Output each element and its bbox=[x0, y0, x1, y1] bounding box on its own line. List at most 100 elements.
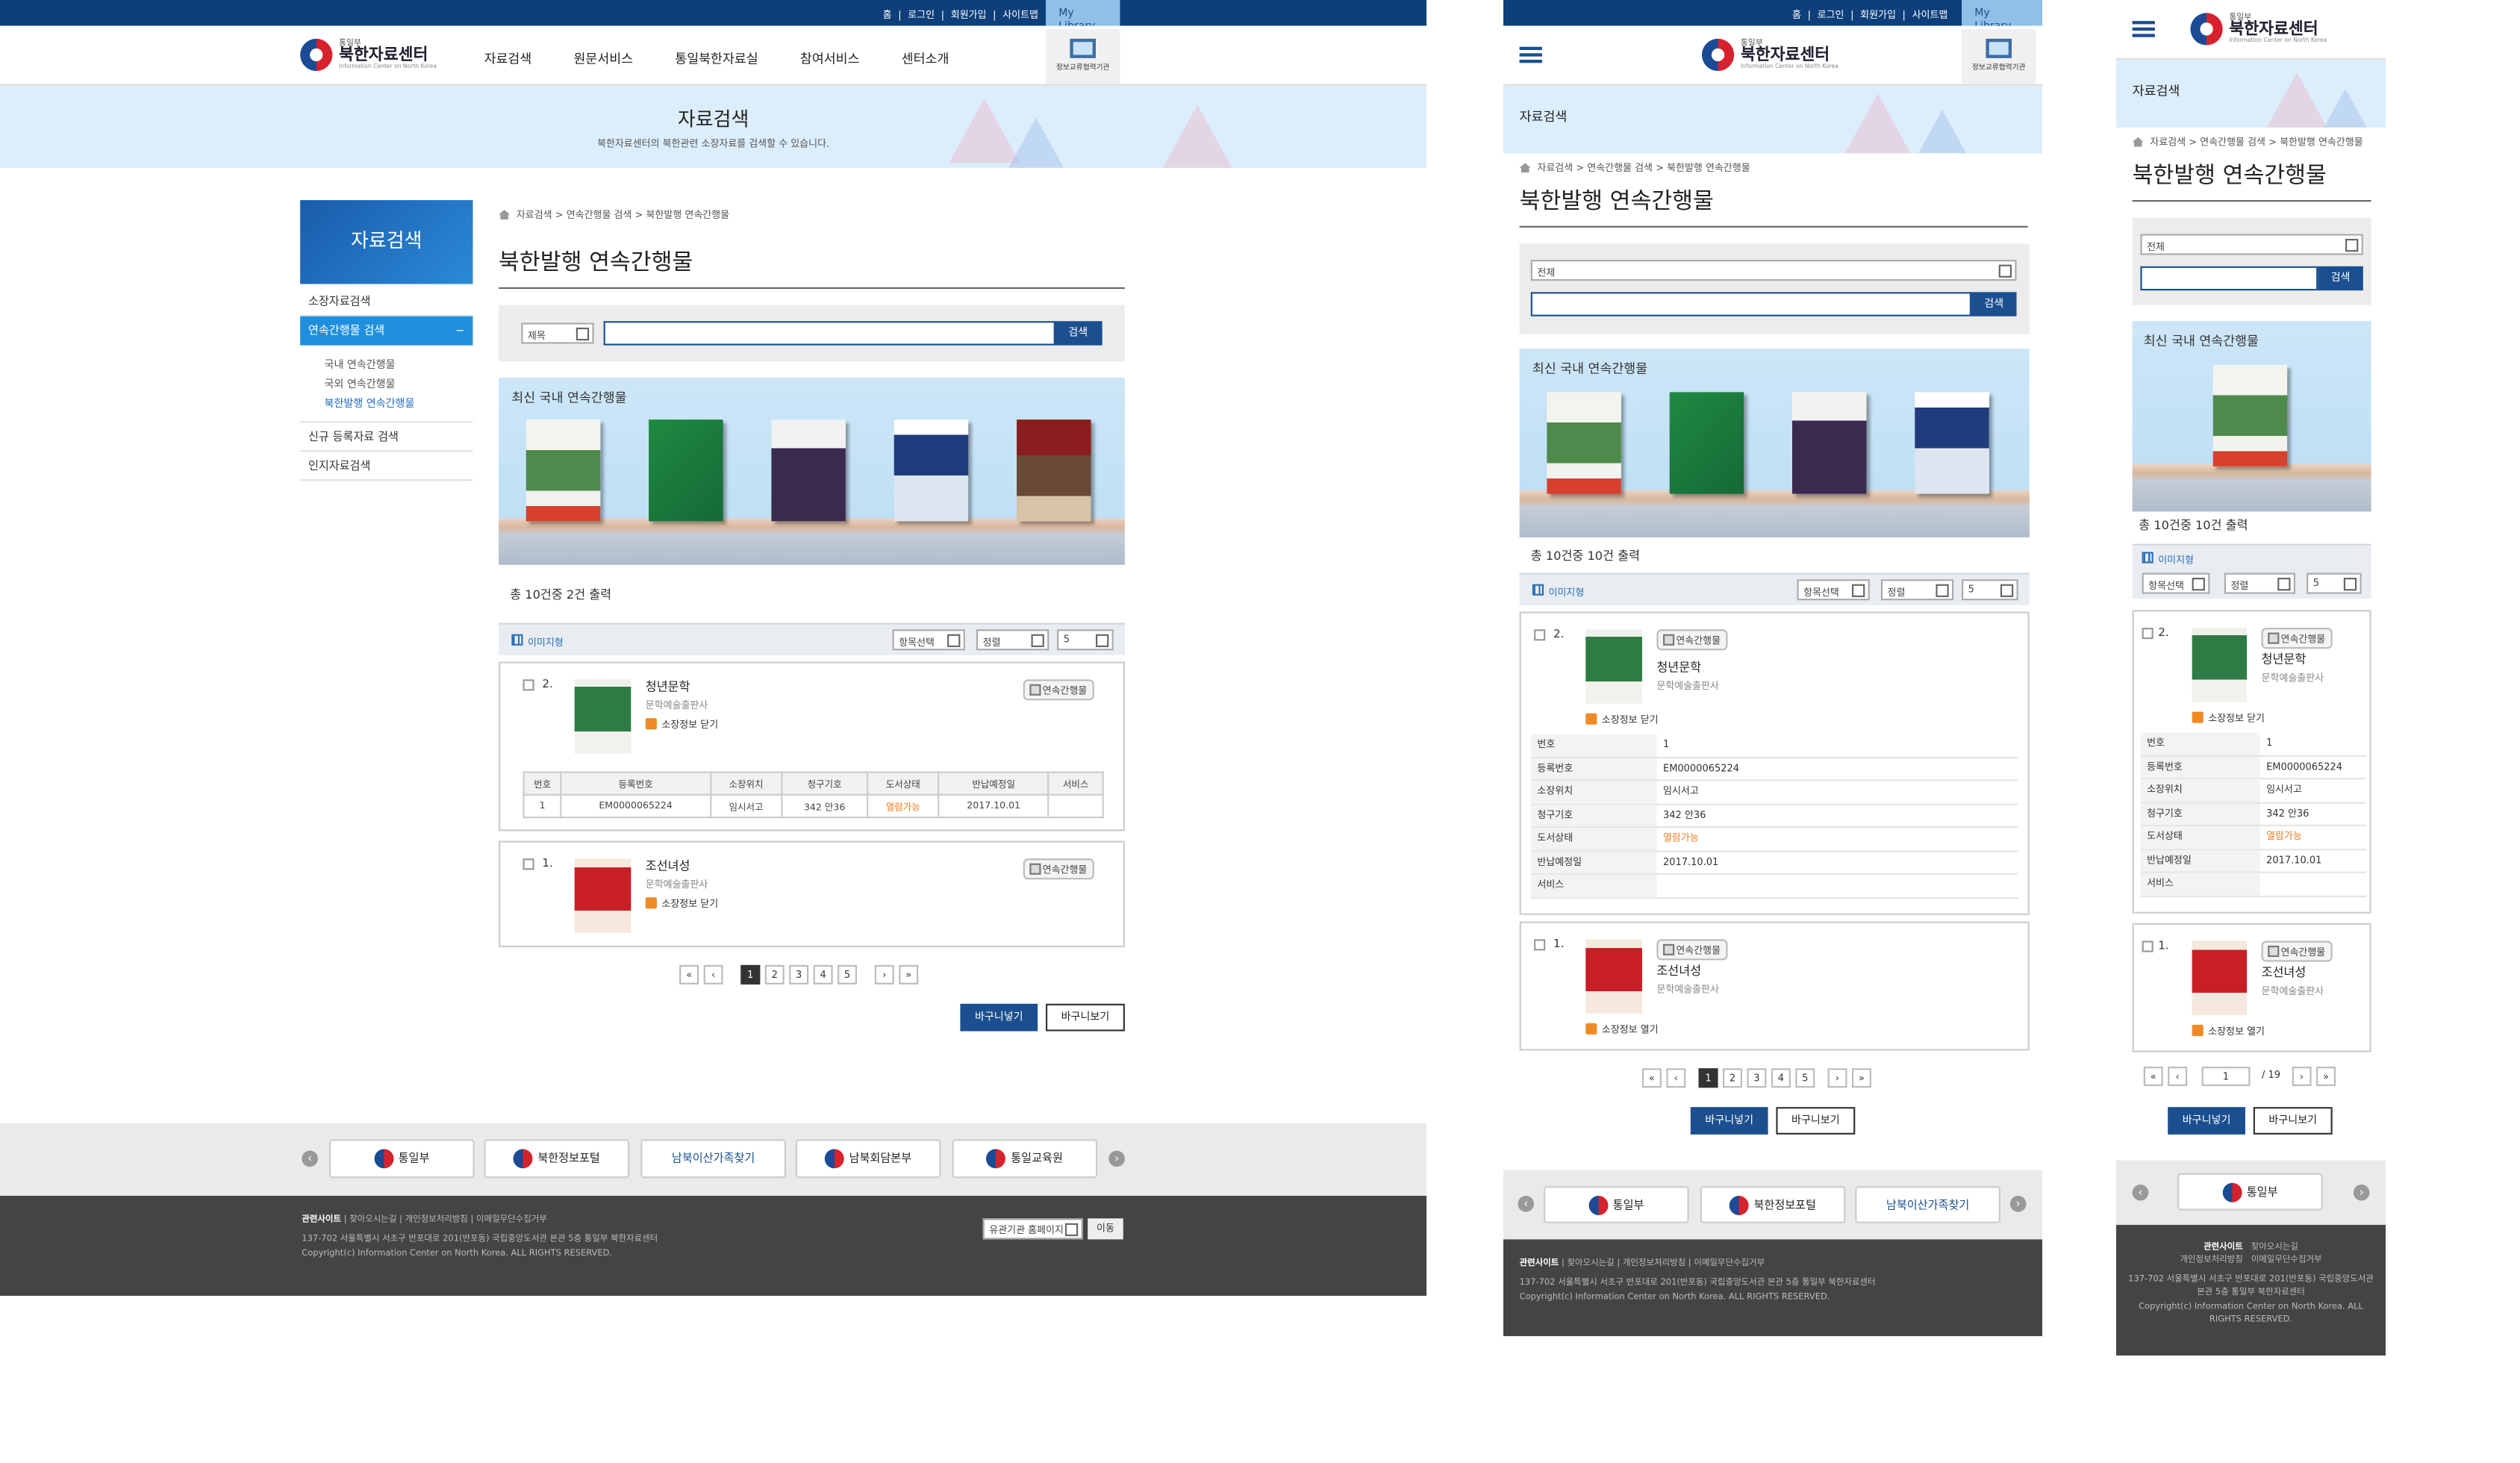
footer-related[interactable]: 관련사이트 bbox=[2204, 1243, 2243, 1253]
view-mode-label[interactable]: 이미지형 bbox=[528, 634, 564, 649]
add-basket-button[interactable]: 바구니넣기 bbox=[1690, 1107, 1768, 1135]
page-3[interactable]: 3 bbox=[1747, 1068, 1767, 1088]
result-title[interactable]: 청년문학 bbox=[2262, 650, 2307, 668]
crumb-2[interactable]: 연속간행물 검색 bbox=[1587, 163, 1653, 174]
util-sitemap-link[interactable]: 사이트맵 bbox=[1002, 10, 1038, 21]
my-library-link[interactable]: My Library bbox=[1962, 0, 2043, 32]
result-checkbox[interactable] bbox=[1534, 939, 1546, 951]
page-5[interactable]: 5 bbox=[838, 964, 858, 985]
page-1[interactable]: 1 bbox=[1698, 1068, 1718, 1088]
crumb-1[interactable]: 자료검색 bbox=[517, 210, 552, 221]
page-2[interactable]: 2 bbox=[1723, 1068, 1742, 1088]
page-number-input[interactable]: 1 bbox=[2201, 1067, 2251, 1087]
search-field-select[interactable]: 전체 bbox=[2140, 234, 2363, 255]
footer-email[interactable]: 이메일무단수집거부 bbox=[1694, 1258, 1765, 1268]
prev-page-button[interactable]: ‹ bbox=[1666, 1068, 1686, 1088]
nav-unification-room[interactable]: 통일북한자료실 bbox=[675, 50, 758, 68]
footer-directions[interactable]: 찾아오시는길 bbox=[349, 1215, 396, 1225]
page-4[interactable]: 4 bbox=[1771, 1068, 1791, 1088]
page-3[interactable]: 3 bbox=[789, 964, 809, 985]
go-button[interactable]: 이동 bbox=[1088, 1218, 1123, 1240]
result-title[interactable]: 조선녀성 bbox=[2262, 964, 2307, 982]
nav-about[interactable]: 센터소개 bbox=[902, 50, 949, 68]
first-page-button[interactable]: « bbox=[2143, 1067, 2163, 1087]
result-checkbox[interactable] bbox=[523, 858, 534, 870]
crumb-1[interactable]: 자료검색 bbox=[2150, 137, 2186, 149]
page-size-select[interactable]: 5 bbox=[1962, 579, 2018, 601]
last-page-button[interactable]: » bbox=[1851, 1068, 1871, 1088]
view-basket-button[interactable]: 바구니보기 bbox=[1045, 1003, 1125, 1032]
cover-joseon-jori[interactable] bbox=[525, 419, 601, 522]
cover-bukhan[interactable] bbox=[1915, 392, 1989, 494]
sort-field-select[interactable]: 항목선택 bbox=[892, 629, 965, 651]
search-input[interactable] bbox=[1530, 292, 1971, 316]
banner-edu[interactable]: 통일교육원 bbox=[952, 1139, 1098, 1179]
my-library-link[interactable]: My Library bbox=[1045, 0, 1120, 32]
sort-order-select[interactable]: 정렬 bbox=[1880, 579, 1954, 601]
sort-field-select[interactable]: 항목선택 bbox=[1797, 579, 1870, 601]
view-mode-label[interactable]: 이미지형 bbox=[1549, 584, 1585, 599]
footer-email[interactable]: 이메일무단수집거부 bbox=[2251, 1256, 2322, 1266]
result-checkbox[interactable] bbox=[2142, 940, 2153, 952]
footer-related[interactable]: 관련사이트 bbox=[302, 1215, 341, 1225]
search-button[interactable]: 검색 bbox=[1053, 321, 1102, 346]
util-login-link[interactable]: 로그인 bbox=[1818, 10, 1844, 21]
banner-prev-icon[interactable]: ‹ bbox=[1518, 1196, 1535, 1212]
first-page-button[interactable]: « bbox=[1641, 1068, 1662, 1088]
nav-participation[interactable]: 참여서비스 bbox=[800, 50, 860, 68]
banner-prev-icon[interactable]: ‹ bbox=[302, 1150, 318, 1167]
site-logo[interactable]: 통일부 북한자료센터 Information Center on North Kor… bbox=[300, 38, 437, 72]
grid-view-icon[interactable] bbox=[2142, 552, 2153, 564]
cover-cheongnyeon-munhak[interactable] bbox=[2192, 628, 2248, 702]
page-5[interactable]: 5 bbox=[1795, 1068, 1815, 1088]
banner-family[interactable]: 남북이산가족찾기 bbox=[1855, 1186, 2000, 1223]
crumb-2[interactable]: 연속간행물 검색 bbox=[2200, 137, 2265, 149]
holding-toggle[interactable]: 소장정보 닫기 bbox=[645, 896, 718, 910]
prev-page-button[interactable]: ‹ bbox=[2168, 1067, 2188, 1087]
cover-bukhan[interactable] bbox=[893, 419, 969, 522]
util-home-link[interactable]: 홈 bbox=[1792, 10, 1801, 21]
nav-search[interactable]: 자료검색 bbox=[484, 50, 532, 68]
cover-gyeongje-yeongu[interactable] bbox=[649, 419, 723, 522]
cover-joseon-nyeoseong[interactable] bbox=[574, 858, 631, 933]
page-2[interactable]: 2 bbox=[764, 964, 785, 985]
footer-privacy[interactable]: 개인정보처리방침 bbox=[1623, 1258, 1685, 1268]
add-basket-button[interactable]: 바구니넣기 bbox=[2168, 1107, 2245, 1135]
view-mode-label[interactable]: 이미지형 bbox=[2158, 552, 2194, 567]
search-field-select[interactable]: 전체 bbox=[1530, 260, 2017, 281]
footer-privacy[interactable]: 개인정보처리방침 bbox=[405, 1215, 468, 1225]
search-input[interactable] bbox=[2140, 266, 2318, 291]
prev-page-button[interactable]: ‹ bbox=[703, 964, 723, 985]
sidebar-sub-north-korea[interactable]: 북한발행 연속간행물 bbox=[300, 394, 472, 414]
search-button[interactable]: 검색 bbox=[2318, 266, 2363, 291]
menu-icon[interactable] bbox=[1519, 46, 1542, 63]
banner-next-icon[interactable]: › bbox=[2353, 1184, 2370, 1201]
banner-unification[interactable]: 통일부 bbox=[2177, 1173, 2323, 1211]
cover-gunsa-yeongu[interactable] bbox=[771, 419, 846, 522]
view-basket-button[interactable]: 바구니보기 bbox=[2253, 1107, 2333, 1135]
related-site-select[interactable]: 유관기관 홈페이지 bbox=[982, 1218, 1083, 1240]
view-basket-button[interactable]: 바구니보기 bbox=[1776, 1107, 1856, 1135]
util-home-link[interactable]: 홈 bbox=[883, 10, 892, 21]
page-size-select[interactable]: 5 bbox=[1057, 629, 1114, 651]
sidebar-sub-domestic[interactable]: 국내 연속간행물 bbox=[300, 355, 472, 375]
footer-privacy[interactable]: 개인정보처리방침 bbox=[2180, 1256, 2242, 1266]
sidebar-item-serials[interactable]: 연속간행물 검색 bbox=[300, 316, 473, 346]
banner-unification[interactable]: 통일부 bbox=[329, 1139, 475, 1179]
banner-nk-portal[interactable]: 북한정보포털 bbox=[1700, 1186, 1846, 1223]
grid-view-icon[interactable] bbox=[1532, 584, 1544, 596]
next-page-button[interactable]: › bbox=[1827, 1068, 1847, 1088]
cover-cheongnyeon-munhak[interactable] bbox=[1585, 629, 1642, 704]
util-login-link[interactable]: 로그인 bbox=[908, 10, 935, 21]
cover-joseon-jori[interactable] bbox=[2212, 364, 2288, 467]
edu-partner-badge[interactable]: 정보교류협력기관 bbox=[1045, 28, 1120, 84]
site-logo[interactable]: 통일부 북한자료센터 Information Center on North Kor… bbox=[2190, 13, 2327, 46]
cover-gunsa-yeongu[interactable] bbox=[1791, 392, 1867, 494]
footer-related[interactable]: 관련사이트 bbox=[1520, 1258, 1559, 1268]
cover-joseon-jori[interactable] bbox=[1547, 392, 1621, 494]
result-title[interactable]: 청년문학 bbox=[646, 678, 690, 696]
cover-joseon-nyeoseong[interactable] bbox=[1585, 939, 1642, 1014]
result-checkbox[interactable] bbox=[2142, 628, 2153, 640]
sidebar-item-holdings[interactable]: 소장자료검색 bbox=[300, 287, 473, 316]
holding-toggle[interactable]: 소장정보 열기 bbox=[2192, 1023, 2265, 1038]
